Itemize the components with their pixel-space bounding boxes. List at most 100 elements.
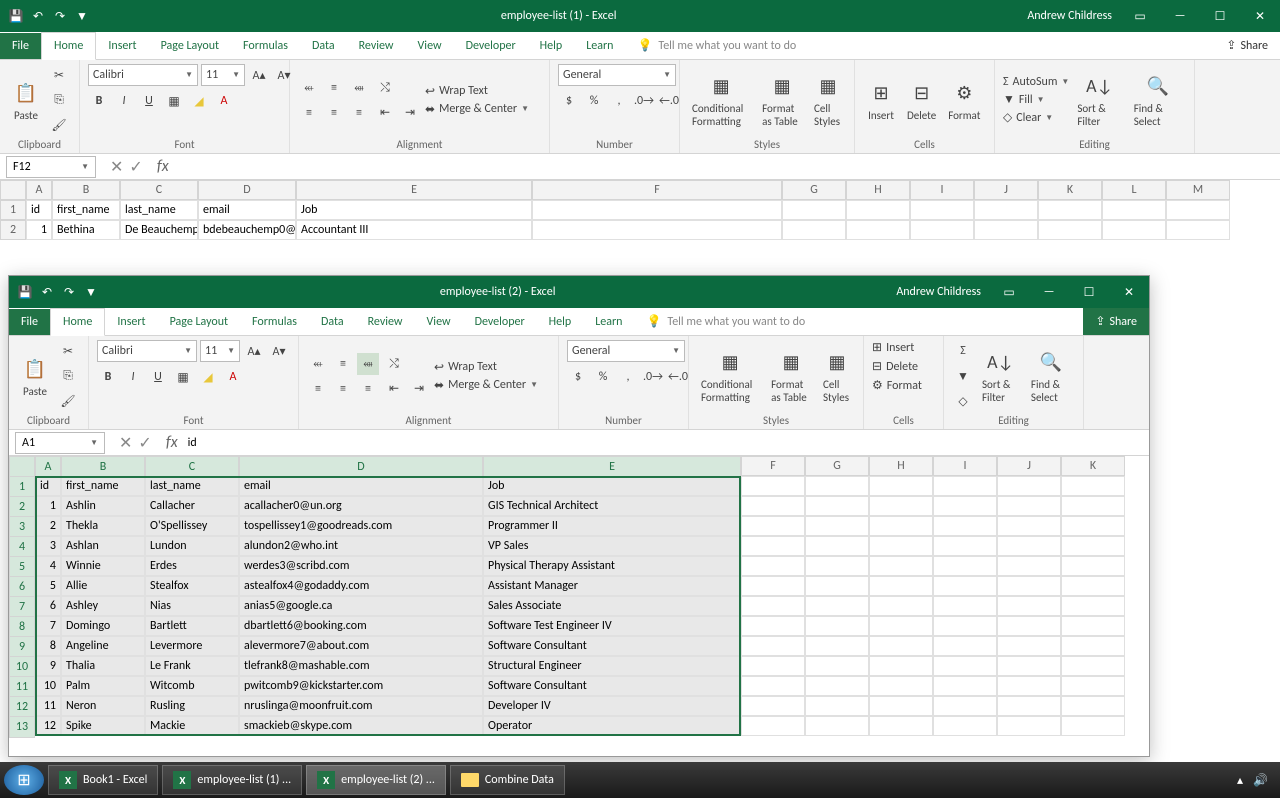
- cell[interactable]: De Beauchemp: [120, 220, 198, 240]
- cell[interactable]: Callacher: [145, 496, 239, 516]
- row-header[interactable]: 6: [9, 576, 35, 598]
- cell[interactable]: [805, 556, 869, 576]
- cell[interactable]: [805, 496, 869, 516]
- cell[interactable]: first_name: [52, 200, 120, 220]
- cell[interactable]: [869, 616, 933, 636]
- tab-help[interactable]: Help: [528, 33, 575, 59]
- cell[interactable]: Nias: [145, 596, 239, 616]
- cell[interactable]: [933, 636, 997, 656]
- cell[interactable]: dbartlett6@booking.com: [239, 616, 483, 636]
- cell[interactable]: [910, 200, 974, 220]
- cell[interactable]: [741, 496, 805, 516]
- cell[interactable]: Ashlin: [61, 496, 145, 516]
- cell[interactable]: [1061, 676, 1125, 696]
- align-middle-icon[interactable]: ≡: [332, 353, 354, 375]
- cell[interactable]: [1061, 656, 1125, 676]
- italic-button[interactable]: I: [113, 90, 135, 112]
- cancel-formula-icon[interactable]: ✕: [119, 433, 132, 453]
- cell[interactable]: [1102, 200, 1166, 220]
- cell[interactable]: 2: [35, 516, 61, 536]
- cell-styles-button[interactable]: ▦Cell Styles: [819, 346, 855, 406]
- cell[interactable]: [997, 676, 1061, 696]
- select-all-corner[interactable]: [0, 180, 26, 200]
- cell[interactable]: [997, 496, 1061, 516]
- cell[interactable]: [1061, 476, 1125, 496]
- comma-format-icon[interactable]: ,: [617, 366, 639, 388]
- cell[interactable]: VP Sales: [483, 536, 741, 556]
- copy-icon[interactable]: ⎘: [48, 89, 70, 111]
- align-left-icon[interactable]: ≡: [298, 102, 320, 124]
- cell[interactable]: Neron: [61, 696, 145, 716]
- tell-me-search[interactable]: 💡Tell me what you want to do: [634, 308, 1083, 335]
- cell[interactable]: [1038, 200, 1102, 220]
- cell[interactable]: [997, 696, 1061, 716]
- formula-input[interactable]: [184, 432, 1149, 454]
- row-header[interactable]: 12: [9, 696, 35, 718]
- undo-icon[interactable]: ↶: [39, 284, 55, 300]
- cell[interactable]: [741, 676, 805, 696]
- cell[interactable]: [933, 576, 997, 596]
- cell[interactable]: 3: [35, 536, 61, 556]
- cell[interactable]: id: [35, 476, 61, 496]
- decrease-indent-icon[interactable]: ⇤: [383, 378, 405, 400]
- cell[interactable]: 5: [35, 576, 61, 596]
- tray-volume-icon[interactable]: 🔊: [1253, 773, 1268, 788]
- undo-icon[interactable]: ↶: [30, 8, 46, 24]
- column-header[interactable]: I: [933, 456, 997, 476]
- cell[interactable]: [805, 676, 869, 696]
- cell[interactable]: Job: [483, 476, 741, 496]
- cell[interactable]: Software Consultant: [483, 676, 741, 696]
- share-button[interactable]: ⇪Share: [1214, 32, 1280, 59]
- ribbon-display-icon[interactable]: ▭: [989, 276, 1029, 308]
- conditional-formatting-button[interactable]: ▦Conditional Formatting: [697, 346, 763, 406]
- enter-formula-icon[interactable]: ✓: [138, 433, 151, 453]
- cell[interactable]: tospellissey1@goodreads.com: [239, 516, 483, 536]
- cell[interactable]: [933, 656, 997, 676]
- increase-indent-icon[interactable]: ⇥: [399, 102, 421, 124]
- sort-filter-button[interactable]: A↓Sort & Filter: [1073, 70, 1125, 130]
- format-cells-button[interactable]: ⚙Format: [944, 77, 984, 124]
- cell[interactable]: Rusling: [145, 696, 239, 716]
- cell[interactable]: [741, 716, 805, 736]
- column-header[interactable]: G: [805, 456, 869, 476]
- border-button[interactable]: ▦: [163, 90, 185, 112]
- maximize-button[interactable]: ☐: [1200, 0, 1240, 32]
- column-header[interactable]: C: [120, 180, 198, 200]
- font-size-select[interactable]: 11▼: [200, 340, 240, 362]
- cell[interactable]: [1061, 716, 1125, 736]
- cell[interactable]: [532, 200, 782, 220]
- cell[interactable]: last_name: [145, 476, 239, 496]
- cell[interactable]: [933, 516, 997, 536]
- cell[interactable]: 4: [35, 556, 61, 576]
- row-header[interactable]: 5: [9, 556, 35, 578]
- tab-insert[interactable]: Insert: [105, 309, 157, 335]
- column-header[interactable]: I: [910, 180, 974, 200]
- cancel-formula-icon[interactable]: ✕: [110, 157, 123, 177]
- cell[interactable]: 8: [35, 636, 61, 656]
- column-header[interactable]: F: [741, 456, 805, 476]
- cell[interactable]: [741, 516, 805, 536]
- font-name-select[interactable]: Calibri▼: [88, 64, 198, 86]
- minimize-button[interactable]: —: [1029, 276, 1069, 308]
- cell[interactable]: [933, 536, 997, 556]
- cell[interactable]: 12: [35, 716, 61, 736]
- column-header[interactable]: K: [1038, 180, 1102, 200]
- wrap-text-button[interactable]: ↩Wrap Text: [425, 84, 529, 99]
- cell[interactable]: [997, 716, 1061, 736]
- cell[interactable]: [869, 476, 933, 496]
- cell[interactable]: [805, 596, 869, 616]
- paste-button[interactable]: 📋Paste: [17, 353, 53, 400]
- bold-button[interactable]: B: [97, 366, 119, 388]
- increase-indent-icon[interactable]: ⇥: [408, 378, 430, 400]
- column-header[interactable]: B: [52, 180, 120, 200]
- cell[interactable]: [1061, 536, 1125, 556]
- column-header[interactable]: E: [483, 456, 741, 478]
- cell[interactable]: [933, 476, 997, 496]
- tab-review[interactable]: Review: [356, 309, 415, 335]
- cell[interactable]: Ashlan: [61, 536, 145, 556]
- name-box[interactable]: F12▼: [6, 156, 96, 178]
- tab-home[interactable]: Home: [41, 32, 96, 60]
- cell[interactable]: [805, 636, 869, 656]
- cell[interactable]: first_name: [61, 476, 145, 496]
- align-right-icon[interactable]: ≡: [357, 378, 379, 400]
